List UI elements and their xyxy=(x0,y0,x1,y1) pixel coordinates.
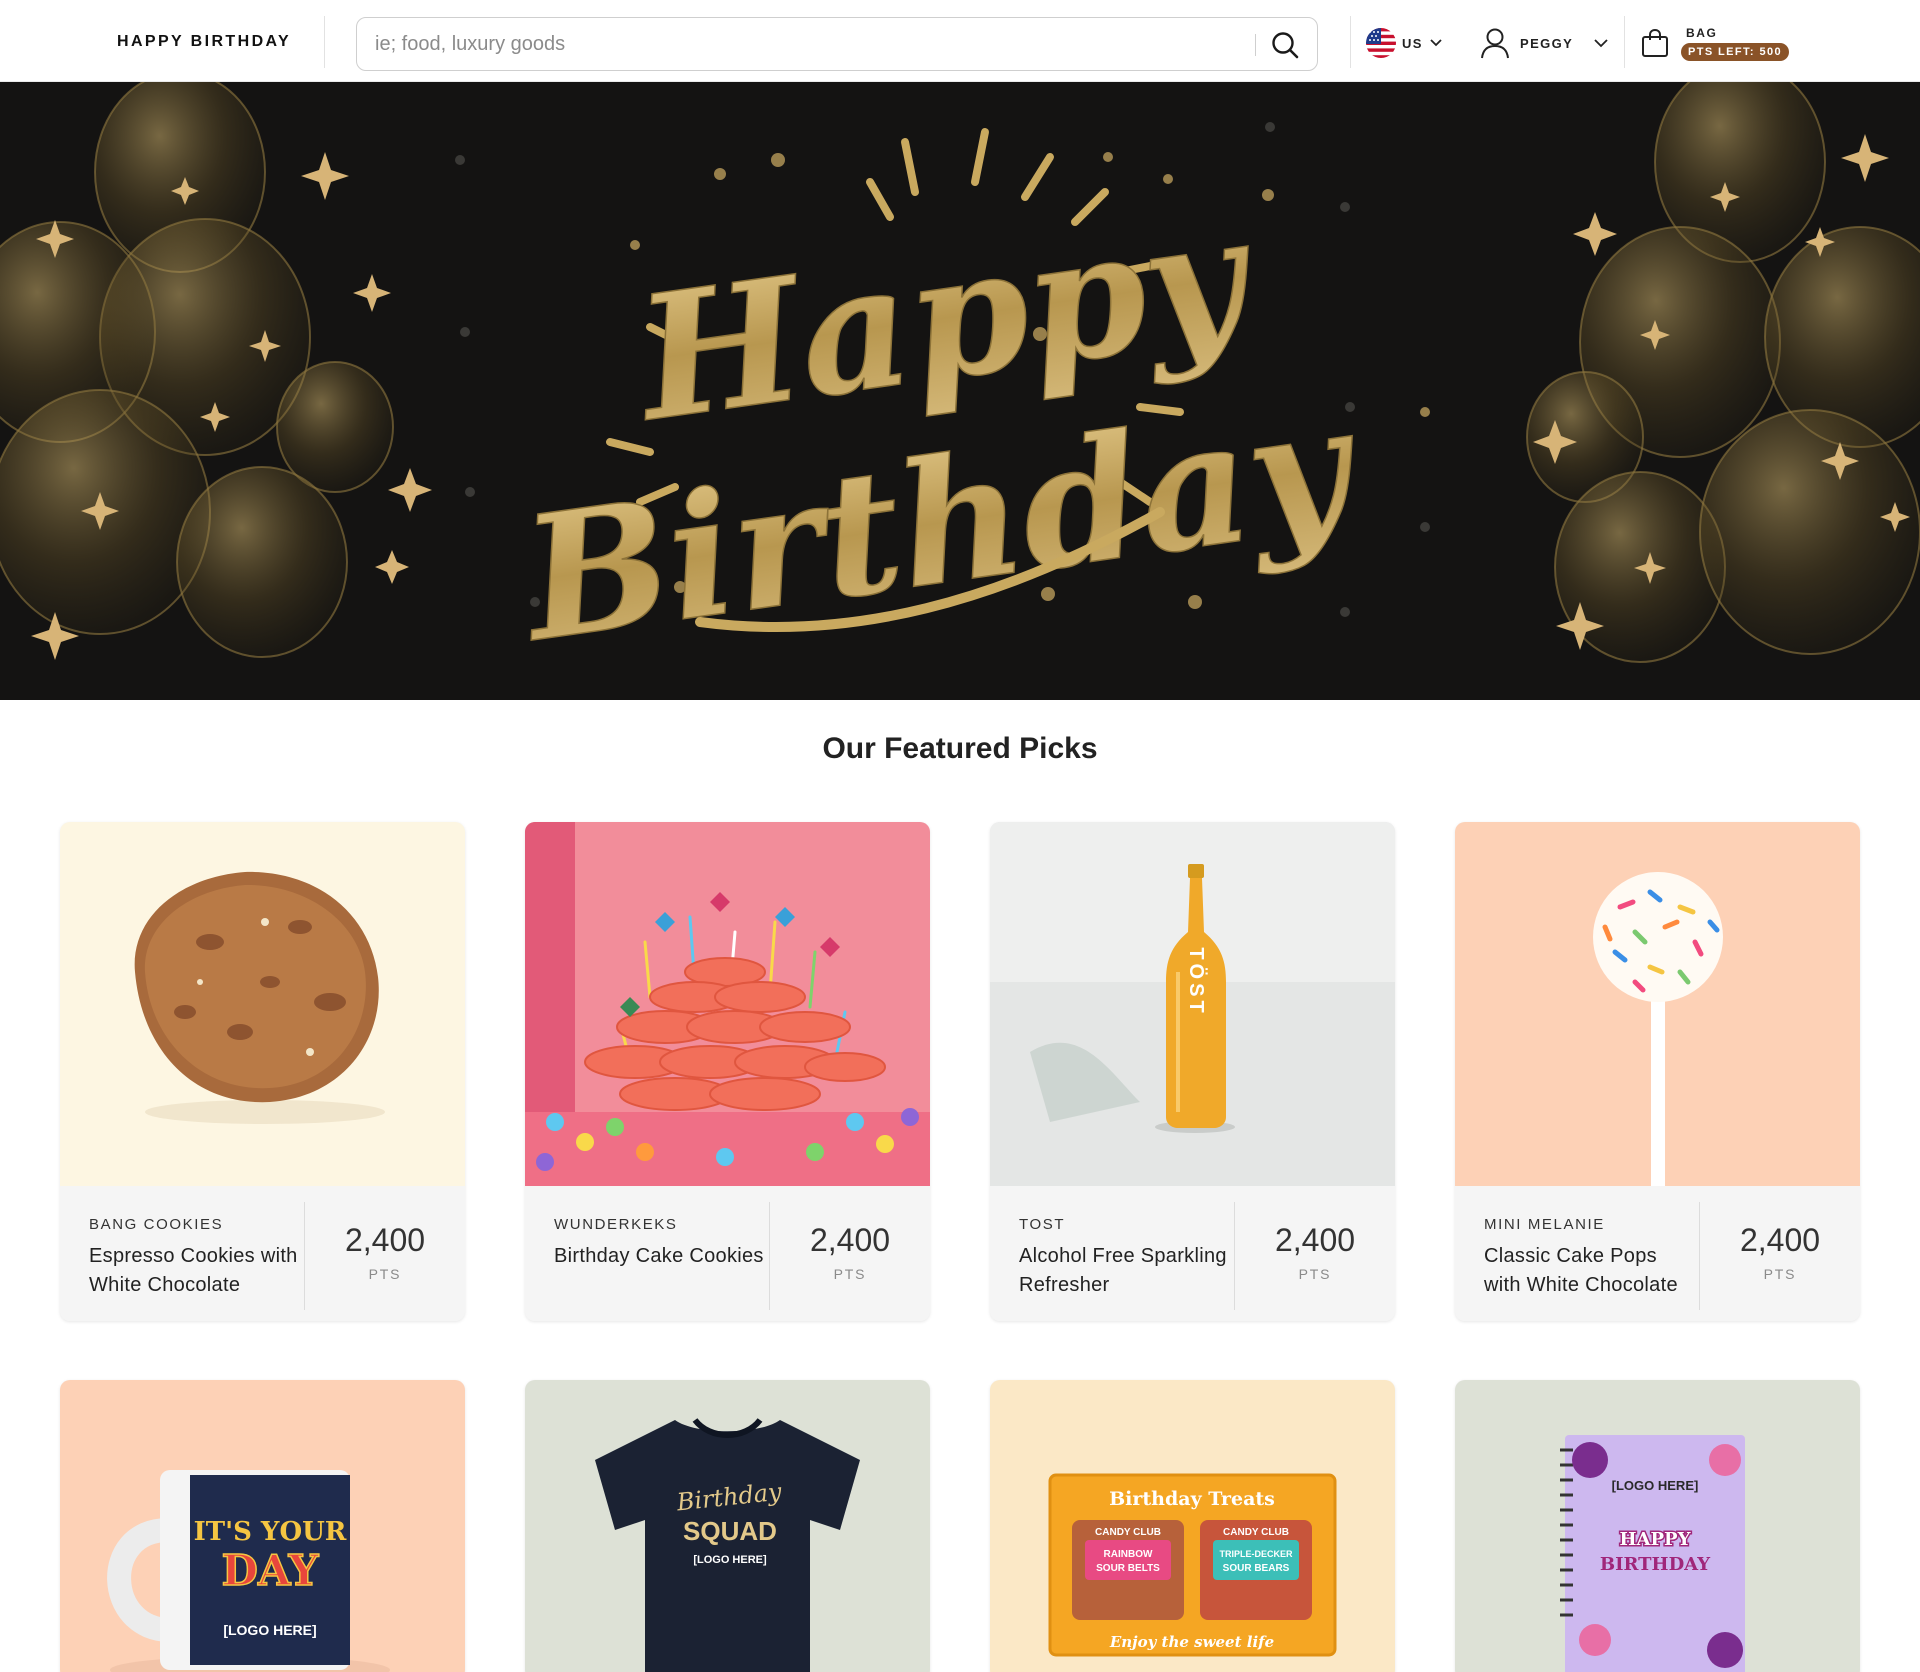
shirt-squad-text: SQUAD xyxy=(683,1516,777,1546)
shopping-bag-button[interactable]: BAG PTS LEFT: 500 xyxy=(1640,24,1800,64)
box-item-right-1: TRIPLE-DECKER xyxy=(1219,1549,1293,1559)
product-image xyxy=(1455,822,1860,1186)
chevron-down-icon xyxy=(1430,39,1442,47)
product-name: Alcohol Free Sparkling Refresher xyxy=(1019,1245,1227,1296)
header-divider xyxy=(1624,16,1625,68)
product-price: 2,400 xyxy=(344,1222,426,1258)
product-image: Birthday SQUAD [LOGO HERE] xyxy=(525,1380,930,1672)
chevron-down-icon xyxy=(1594,39,1608,48)
notebook-text-line2: BIRTHDAY xyxy=(1600,1554,1711,1575)
points-left-badge: PTS LEFT: 500 xyxy=(1681,43,1789,61)
box-brand-left: CANDY CLUB xyxy=(1095,1527,1161,1538)
product-price: 2,400 xyxy=(809,1222,891,1258)
product-info: MINI MELANIE Classic Cake Pops with Whit… xyxy=(1455,1186,1860,1321)
region-selector[interactable]: US xyxy=(1366,28,1443,58)
product-image: TÖST xyxy=(990,822,1395,1186)
header-divider xyxy=(1350,16,1351,68)
search-icon xyxy=(1272,32,1299,59)
box-item-left-2: SOUR BELTS xyxy=(1096,1563,1160,1574)
box-item-right-2: SOUR BEARS xyxy=(1223,1563,1290,1574)
product-card[interactable]: Birthday Treats CANDY CLUB RAINBOW SOUR … xyxy=(990,1380,1395,1672)
box-brand-right: CANDY CLUB xyxy=(1223,1527,1289,1538)
bag-label: BAG xyxy=(1686,26,1718,40)
product-card[interactable]: TÖST TOST Alcohol Free Sparkling Refresh… xyxy=(990,822,1395,1321)
search-input[interactable] xyxy=(375,30,1255,58)
mug-text-line1: IT'S YOUR xyxy=(194,1517,347,1547)
mug-text-line2: DAY xyxy=(222,1546,320,1595)
section-title: Our Featured Picks xyxy=(822,732,1098,765)
us-flag-icon xyxy=(1366,28,1396,58)
product-name: Classic Cake Pops with White Chocolate xyxy=(1484,1245,1678,1296)
top-header: HAPPY BIRTHDAY ie; food, luxury goods US… xyxy=(0,0,1920,82)
notebook-logo-placeholder: [LOGO HERE] xyxy=(1612,1478,1699,1493)
product-name: Espresso Cookies with White Chocolate xyxy=(89,1245,298,1296)
product-card[interactable]: MINI MELANIE Classic Cake Pops with Whit… xyxy=(1455,822,1860,1321)
box-title: Birthday Treats xyxy=(1109,1488,1275,1510)
product-card[interactable]: BANG COOKIES Espresso Cookies with White… xyxy=(60,822,465,1321)
notebook-text-line1: HAPPY xyxy=(1620,1529,1692,1550)
product-brand: MINI MELANIE xyxy=(1484,1216,1605,1233)
product-card[interactable]: IT'S YOUR DAY [LOGO HERE] xyxy=(60,1380,465,1672)
product-card[interactable]: WUNDERKEKS Birthday Cake Cookies 2,400 P… xyxy=(525,822,930,1321)
hero-banner: Happy Birthday xyxy=(0,82,1920,700)
product-image: [LOGO HERE] HAPPY BIRTHDAY xyxy=(1455,1380,1860,1672)
bag-icon xyxy=(1642,28,1668,57)
product-brand: BANG COOKIES xyxy=(89,1216,224,1233)
price-unit: PTS xyxy=(1763,1266,1797,1282)
search-bar xyxy=(356,17,1318,71)
product-image: IT'S YOUR DAY [LOGO HERE] xyxy=(60,1380,465,1672)
account-menu[interactable]: PEGGY xyxy=(1480,27,1609,59)
box-footer: Enjoy the sweet life xyxy=(1109,1633,1274,1651)
product-image xyxy=(60,822,465,1186)
product-price: 2,400 xyxy=(1739,1222,1821,1258)
product-brand: WUNDERKEKS xyxy=(554,1216,678,1233)
search-button[interactable] xyxy=(1263,23,1307,67)
region-label: US xyxy=(1402,35,1423,51)
product-info: WUNDERKEKS Birthday Cake Cookies 2,400 P… xyxy=(525,1186,930,1321)
product-card[interactable]: Birthday SQUAD [LOGO HERE] xyxy=(525,1380,930,1672)
price-unit: PTS xyxy=(833,1266,867,1282)
product-brand: TOST xyxy=(1019,1216,1066,1233)
product-name: Birthday Cake Cookies xyxy=(554,1245,764,1267)
product-price: 2,400 xyxy=(1274,1222,1356,1258)
product-info: TOST Alcohol Free Sparkling Refresher 2,… xyxy=(990,1186,1395,1321)
price-unit: PTS xyxy=(368,1266,402,1282)
bottle-label: TÖST xyxy=(1185,947,1208,1016)
product-image xyxy=(525,822,930,1186)
user-icon xyxy=(1481,28,1509,59)
shirt-logo-placeholder: [LOGO HERE] xyxy=(693,1554,767,1566)
header-divider xyxy=(324,16,325,68)
product-image: Birthday Treats CANDY CLUB RAINBOW SOUR … xyxy=(990,1380,1395,1672)
product-info: BANG COOKIES Espresso Cookies with White… xyxy=(60,1186,465,1321)
search-divider xyxy=(1255,34,1256,56)
product-card[interactable]: [LOGO HERE] HAPPY BIRTHDAY xyxy=(1455,1380,1860,1672)
mug-logo-placeholder: [LOGO HERE] xyxy=(223,1622,316,1638)
balloons-left xyxy=(0,82,394,658)
box-item-left-1: RAINBOW xyxy=(1104,1549,1153,1560)
account-name: PEGGY xyxy=(1520,35,1574,51)
price-unit: PTS xyxy=(1298,1266,1332,1282)
store-brand[interactable]: HAPPY BIRTHDAY xyxy=(117,33,291,51)
